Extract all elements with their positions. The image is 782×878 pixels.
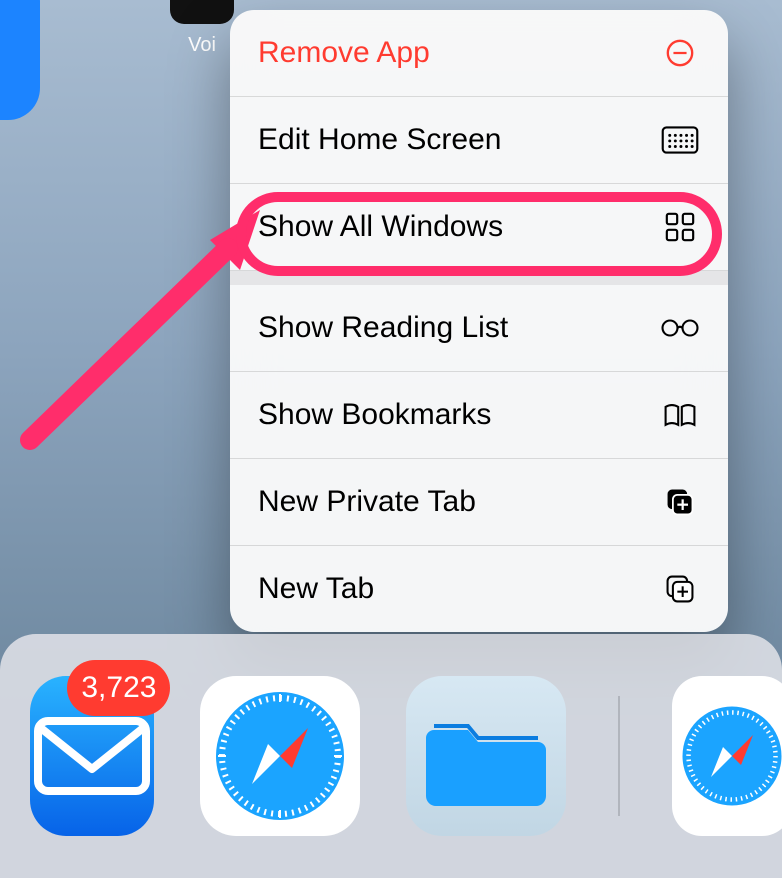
mail-badge: 3,723 [67, 660, 170, 716]
menu-remove-app-label: Remove App [258, 36, 430, 70]
safari-context-menu: Remove App Edit Home Screen Show All Win… [230, 10, 728, 632]
dock: 3,723 [0, 634, 782, 878]
menu-new-tab-label: New Tab [258, 572, 374, 606]
menu-new-tab[interactable]: New Tab [230, 546, 728, 632]
windows-grid-icon [660, 211, 700, 243]
menu-show-bookmarks[interactable]: Show Bookmarks [230, 372, 728, 459]
menu-new-private-tab-label: New Private Tab [258, 485, 476, 519]
dock-app-safari[interactable] [200, 676, 360, 836]
menu-edit-home-label: Edit Home Screen [258, 123, 501, 157]
app-icon-partial[interactable] [0, 0, 40, 120]
safari-icon [672, 676, 782, 836]
voice-memos-app[interactable]: Voi [170, 0, 234, 57]
menu-show-all-windows-label: Show All Windows [258, 210, 503, 244]
menu-edit-home-screen[interactable]: Edit Home Screen [230, 97, 728, 184]
menu-show-reading-list-label: Show Reading List [258, 311, 508, 345]
plus-on-squares-outline-icon [660, 573, 700, 605]
menu-new-private-tab[interactable]: New Private Tab [230, 459, 728, 546]
menu-section-separator [230, 271, 728, 285]
menu-show-reading-list[interactable]: Show Reading List [230, 285, 728, 372]
dock-app-files[interactable] [406, 676, 566, 836]
dock-recent-safari[interactable] [672, 676, 782, 836]
safari-icon [200, 676, 360, 836]
glasses-icon [660, 312, 700, 344]
dock-app-mail[interactable]: 3,723 [30, 676, 154, 836]
menu-show-all-windows[interactable]: Show All Windows [230, 184, 728, 271]
menu-show-bookmarks-label: Show Bookmarks [258, 398, 491, 432]
voice-memos-icon [170, 0, 234, 24]
grid-keyboard-icon [660, 124, 700, 156]
dock-separator [618, 696, 620, 816]
voice-memos-label: Voi [170, 34, 234, 57]
book-icon [660, 399, 700, 431]
remove-icon [660, 37, 700, 69]
plus-on-squares-filled-icon [660, 486, 700, 518]
menu-remove-app[interactable]: Remove App [230, 10, 728, 97]
files-icon [406, 676, 566, 836]
